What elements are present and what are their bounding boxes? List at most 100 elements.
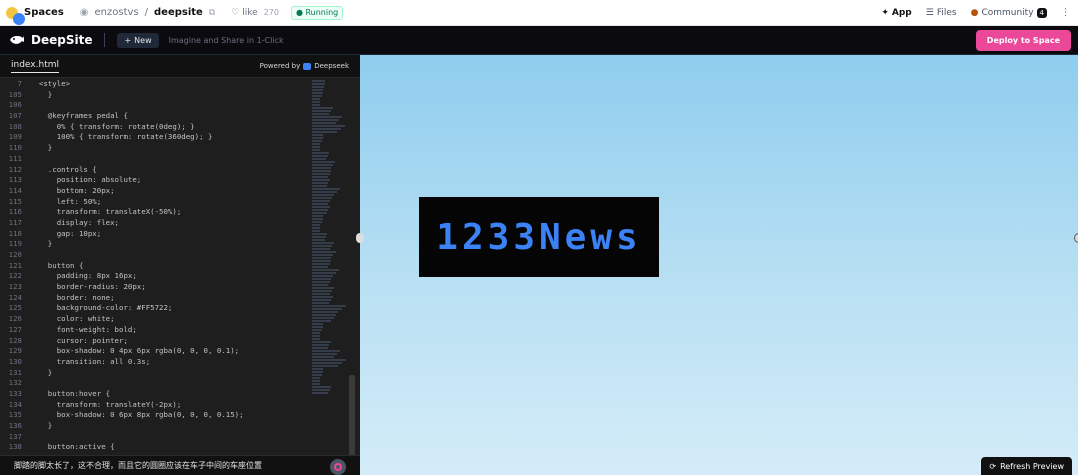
- code-line[interactable]: 106: [0, 100, 310, 111]
- deepsite-brand[interactable]: DeepSite: [9, 33, 92, 47]
- line-source[interactable]: border: none;: [30, 293, 115, 304]
- more-options-icon[interactable]: ⋮: [1061, 8, 1070, 18]
- code-line[interactable]: 115 left: 50%;: [0, 197, 310, 208]
- line-source[interactable]: box-shadow: 0 6px 8px rgba(0, 0, 0, 0.15…: [30, 410, 244, 421]
- tab-community[interactable]: ● Community 4: [971, 8, 1047, 18]
- line-source[interactable]: transform: translateX(-50%);: [30, 207, 182, 218]
- line-source[interactable]: display: flex;: [30, 218, 119, 229]
- code-line[interactable]: 125 background-color: #FF5722;: [0, 303, 310, 314]
- minimap-line: [312, 365, 339, 367]
- code-line[interactable]: 126 color: white;: [0, 314, 310, 325]
- line-source[interactable]: cursor: pointer;: [30, 336, 128, 347]
- deploy-button[interactable]: Deploy to Space: [975, 30, 1071, 51]
- line-source[interactable]: button {: [30, 261, 84, 272]
- code-lines[interactable]: 7 <style> 105 } 106 107 @keyframes pedal {1…: [0, 79, 310, 453]
- code-line[interactable]: 107 @keyframes pedal {: [0, 111, 310, 122]
- new-button[interactable]: + New: [117, 32, 159, 48]
- minimap-line: [312, 368, 323, 370]
- code-line[interactable]: 127 font-weight: bold;: [0, 325, 310, 336]
- app-icon: ✦: [881, 8, 889, 18]
- minimap-line: [312, 122, 336, 124]
- code-line[interactable]: 133 button:hover {: [0, 389, 310, 400]
- prompt-input[interactable]: 脚踏的脚太长了，这不合理，而且它的圆圈应该在车子中间的车座位置: [14, 460, 314, 471]
- minimap-line: [312, 377, 320, 379]
- line-source[interactable]: }: [30, 421, 52, 432]
- code-line[interactable]: 123 border-radius: 20px;: [0, 282, 310, 293]
- code-line[interactable]: 121 button {: [0, 261, 310, 272]
- send-button[interactable]: [330, 459, 346, 475]
- powered-by[interactable]: Powered by Deepseek: [260, 62, 349, 70]
- copy-icon[interactable]: ⧉: [209, 8, 215, 18]
- line-source[interactable]: }: [30, 368, 52, 379]
- code-line[interactable]: 128 cursor: pointer;: [0, 336, 310, 347]
- powered-by-label: Powered by: [259, 62, 301, 70]
- line-source[interactable]: left: 50%;: [30, 197, 102, 208]
- code-line[interactable]: 132: [0, 378, 310, 389]
- code-line[interactable]: 129 box-shadow: 0 4px 6px rgba(0, 0, 0, …: [0, 346, 310, 357]
- code-line[interactable]: 120: [0, 250, 310, 261]
- code-line[interactable]: 135 box-shadow: 0 6px 8px rgba(0, 0, 0, …: [0, 410, 310, 421]
- line-source[interactable]: border-radius: 20px;: [30, 282, 146, 293]
- code-line[interactable]: 119 }: [0, 239, 310, 250]
- refresh-preview-button[interactable]: ⟳ Refresh Preview: [981, 457, 1072, 475]
- code-line[interactable]: 131 }: [0, 368, 310, 379]
- line-source[interactable]: position: absolute;: [30, 175, 142, 186]
- deepseek-logo-icon: [303, 62, 312, 70]
- code-line[interactable]: 117 display: flex;: [0, 218, 310, 229]
- line-source[interactable]: }: [30, 90, 52, 101]
- repo-owner-link[interactable]: enzostvs: [95, 7, 139, 18]
- code-line[interactable]: 122 padding: 8px 16px;: [0, 271, 310, 282]
- code-line[interactable]: 138 button:active {: [0, 442, 310, 453]
- code-line[interactable]: 124 border: none;: [0, 293, 310, 304]
- line-source[interactable]: transition: all 0.3s;: [30, 357, 150, 368]
- like-button[interactable]: ♡ like: [231, 8, 257, 18]
- code-line[interactable]: 130 transition: all 0.3s;: [0, 357, 310, 368]
- code-line[interactable]: 111: [0, 154, 310, 165]
- line-source[interactable]: padding: 8px 16px;: [30, 271, 137, 282]
- code-line[interactable]: 136 }: [0, 421, 310, 432]
- line-source[interactable]: transform: translateY(-2px);: [30, 400, 182, 411]
- line-source[interactable]: .controls {: [30, 165, 97, 176]
- code-line[interactable]: 7 <style>: [0, 79, 310, 90]
- line-source[interactable]: <style>: [30, 79, 70, 90]
- code-line[interactable]: 108 0% { transform: rotate(0deg); }: [0, 122, 310, 133]
- line-source[interactable]: button:hover {: [30, 389, 110, 400]
- line-source[interactable]: 0% { transform: rotate(0deg); }: [30, 122, 195, 133]
- line-source[interactable]: }: [30, 239, 52, 250]
- code-line[interactable]: 112 .controls {: [0, 165, 310, 176]
- code-line[interactable]: 134 transform: translateY(-2px);: [0, 400, 310, 411]
- line-source[interactable]: font-weight: bold;: [30, 325, 137, 336]
- line-source[interactable]: background-color: #FF5722;: [30, 303, 173, 314]
- line-source[interactable]: bottom: 20px;: [30, 186, 115, 197]
- code-line[interactable]: 116 transform: translateX(-50%);: [0, 207, 310, 218]
- files-icon: ☰: [925, 8, 934, 18]
- code-line[interactable]: 110 }: [0, 143, 310, 154]
- code-line[interactable]: 105 }: [0, 90, 310, 101]
- minimap-line: [312, 113, 330, 115]
- tab-app[interactable]: ✦ App: [881, 8, 911, 18]
- line-source[interactable]: gap: 10px;: [30, 229, 102, 240]
- minimap-line: [312, 83, 325, 85]
- line-source[interactable]: color: white;: [30, 314, 115, 325]
- repo-name-link[interactable]: deepsite: [154, 7, 203, 18]
- editor-scrollbar[interactable]: [349, 375, 355, 461]
- minimap-line: [312, 182, 329, 184]
- line-source[interactable]: }: [30, 143, 52, 154]
- line-source[interactable]: @keyframes pedal {: [30, 111, 128, 122]
- tab-files[interactable]: ☰ Files: [926, 8, 957, 18]
- spaces-link[interactable]: Spaces: [24, 7, 64, 18]
- code-line[interactable]: 114 bottom: 20px;: [0, 186, 310, 197]
- resize-handle[interactable]: [356, 233, 364, 243]
- line-source[interactable]: 100% { transform: rotate(360deg); }: [30, 132, 213, 143]
- code-line[interactable]: 137: [0, 432, 310, 443]
- code-minimap[interactable]: [312, 79, 348, 394]
- minimap-line: [312, 293, 331, 295]
- code-line[interactable]: 113 position: absolute;: [0, 175, 310, 186]
- file-tab-index[interactable]: index.html: [11, 60, 59, 73]
- preview-edge-handle[interactable]: [1074, 233, 1078, 243]
- code-line[interactable]: 109 100% { transform: rotate(360deg); }: [0, 132, 310, 143]
- line-source[interactable]: button:active {: [30, 442, 115, 453]
- code-editor[interactable]: index.html Powered by Deepseek 7 <style>…: [0, 55, 360, 475]
- code-line[interactable]: 118 gap: 10px;: [0, 229, 310, 240]
- line-source[interactable]: box-shadow: 0 4px 6px rgba(0, 0, 0, 0.1)…: [30, 346, 239, 357]
